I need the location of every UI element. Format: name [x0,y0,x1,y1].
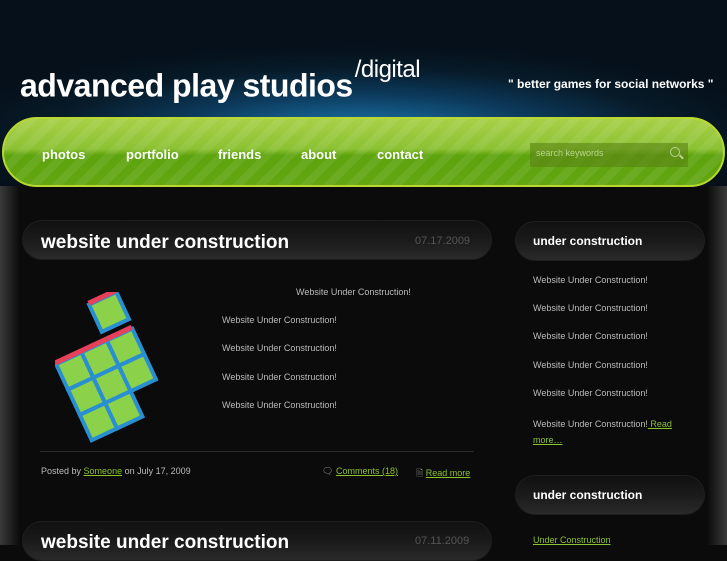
sidebar-item: Website Under Construction! [533,275,648,285]
sidebar-item: Website Under Construction! [533,303,648,313]
post-line: Website Under Construction! [222,315,337,325]
comment-icon: 🗨 [322,466,334,476]
sidebar-item-text: Website Under Construction! [533,419,648,429]
search-placeholder: search keywords [536,148,604,158]
post-line: Website Under Construction! [222,400,337,410]
search-input[interactable]: search keywords [530,143,688,167]
nav-about[interactable]: about [301,147,336,162]
post-line: Website Under Construction! [296,287,411,297]
read-more: 🗎 Read more [416,466,470,482]
sidebar-link[interactable]: Under Construction [533,535,611,545]
tagline: " better games for social networks " [508,77,714,91]
posted-by-label: Posted by [41,466,82,476]
comments-link[interactable]: Comments (18) [336,466,398,476]
search-icon[interactable] [670,147,680,157]
nav-contact[interactable]: contact [377,147,423,162]
main-nav: photos portfolio friends about contact s… [2,117,725,187]
logo-sup: /digital [354,56,421,83]
nav-friends[interactable]: friends [218,147,261,162]
post-date: 07.11.2009 [415,535,470,547]
document-icon: 🗎 [416,468,424,478]
site-logo[interactable]: advanced play studios/digital [20,56,421,105]
sidebar-item: Website Under Construction! Read more… [533,416,683,448]
sidebar-item: Website Under Construction! [533,331,648,341]
nav-photos[interactable]: photos [42,147,85,162]
nav-portfolio[interactable]: portfolio [126,147,179,162]
post-date-text: on July 17, 2009 [124,466,191,476]
sidebar-item: Website Under Construction! [533,388,648,398]
post-line: Website Under Construction! [222,372,337,382]
post-title[interactable]: website under construction [41,232,289,254]
read-more-link[interactable]: Read more [426,468,471,478]
post-title[interactable]: website under construction [41,532,289,554]
comments: 🗨 Comments (18) [322,466,398,477]
sidebar-title: under construction [533,234,643,248]
post-date: 07.17.2009 [415,235,471,247]
cube-blocks-image [55,292,159,443]
sidebar-title: under construction [533,488,643,502]
logo-text: advanced play studios [20,67,353,104]
post-line: Website Under Construction! [222,343,337,353]
author-link[interactable]: Someone [84,466,123,476]
sidebar-item: Website Under Construction! [533,360,648,370]
divider [40,451,474,452]
post-meta: Posted by Someone on July 17, 2009 [41,466,191,476]
